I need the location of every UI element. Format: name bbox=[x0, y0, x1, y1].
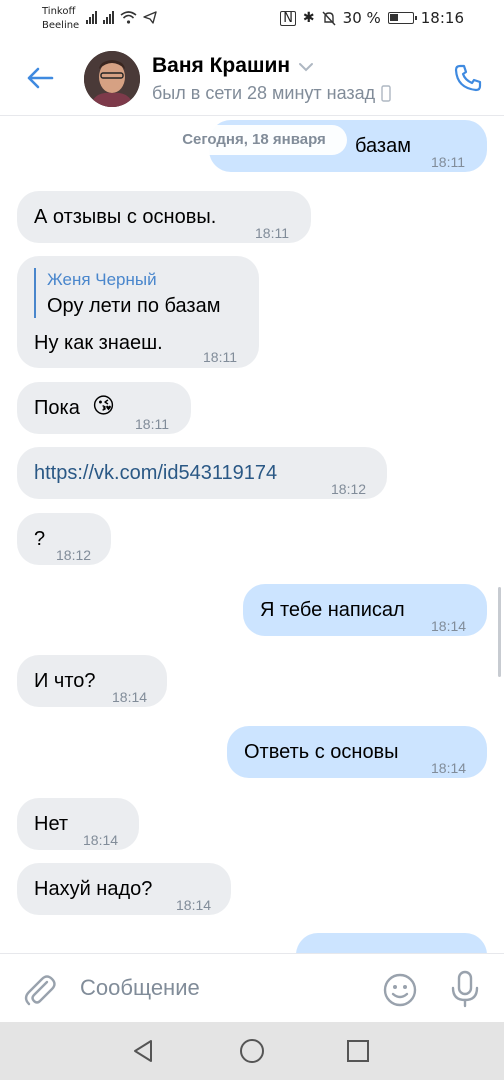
signal-icon bbox=[103, 10, 114, 24]
message-time: 18:11 bbox=[255, 225, 289, 241]
battery-icon bbox=[387, 12, 417, 24]
date-separator: Сегодня, 18 января bbox=[161, 125, 347, 155]
emoji-button[interactable] bbox=[381, 971, 419, 1009]
message-text: А отзывы с основы. bbox=[34, 206, 217, 228]
message-text: ? bbox=[34, 528, 46, 550]
smile-icon bbox=[383, 973, 417, 1007]
message-time: 18:12 bbox=[331, 481, 367, 497]
message-bubble-outgoing-partial[interactable] bbox=[296, 933, 487, 953]
signal-icon bbox=[86, 10, 97, 24]
message-text: Нахуй надо? bbox=[34, 878, 153, 900]
carrier-1: Tinkoff bbox=[42, 6, 76, 17]
nav-back-icon[interactable] bbox=[130, 1038, 156, 1064]
avatar-photo bbox=[84, 51, 140, 107]
bluetooth-icon: ✱ bbox=[302, 10, 315, 26]
status-right: N ✱ 30 % 18:16 bbox=[280, 9, 464, 27]
nav-recents-icon[interactable] bbox=[346, 1039, 370, 1063]
last-seen-text: был в сети 28 минут назад bbox=[152, 83, 376, 103]
nav-home-icon[interactable] bbox=[238, 1037, 266, 1065]
reply-author: Женя Черный bbox=[47, 270, 157, 289]
attach-button[interactable] bbox=[20, 970, 58, 1008]
message-time: 18:14 bbox=[112, 689, 148, 705]
telegram-icon bbox=[143, 11, 157, 24]
message-bubble-incoming[interactable]: Нет 18:14 bbox=[17, 798, 139, 850]
message-text: Ну как знаеш. bbox=[34, 332, 163, 354]
kiss-emoji: 😘 bbox=[92, 394, 115, 419]
carrier-names: Tinkoff Beeline bbox=[42, 5, 79, 33]
chevron-down-icon[interactable] bbox=[298, 62, 314, 72]
reply-quoted-text: Ору лети по базам bbox=[47, 295, 221, 317]
message-time: 18:14 bbox=[176, 897, 212, 913]
message-bubble-reply[interactable]: Женя Черный Ору лети по базам Ну как зна… bbox=[17, 256, 259, 368]
back-arrow-icon bbox=[27, 67, 54, 89]
carrier-2: Beeline bbox=[42, 20, 80, 31]
phone-icon bbox=[454, 64, 482, 92]
nfc-icon: N bbox=[280, 10, 296, 26]
chat-header: Ваня Крашин был в сети 28 минут назад bbox=[0, 40, 504, 116]
message-input[interactable] bbox=[80, 972, 360, 1004]
voice-message-button[interactable] bbox=[446, 969, 484, 1009]
scrollbar[interactable] bbox=[498, 587, 501, 677]
avatar[interactable] bbox=[84, 51, 140, 107]
message-bubble-outgoing[interactable]: Ответь с основы 18:14 bbox=[227, 726, 487, 778]
message-text: базам bbox=[355, 135, 411, 157]
message-text: И что? bbox=[34, 670, 96, 692]
status-bar: Tinkoff Beeline N ✱ 30 % 18:16 bbox=[0, 0, 504, 40]
paperclip-icon bbox=[24, 975, 56, 1006]
microphone-icon bbox=[451, 970, 479, 1008]
message-text: Я тебе написал bbox=[260, 599, 405, 621]
message-list[interactable]: базам 18:11 Сегодня, 18 января А отзывы … bbox=[0, 117, 504, 953]
message-time: 18:14 bbox=[431, 760, 467, 776]
message-time: 18:14 bbox=[431, 618, 467, 634]
message-bubble-link[interactable]: https://vk.com/id543119174 18:12 bbox=[17, 447, 387, 499]
message-bubble-incoming[interactable]: Нахуй надо? 18:14 bbox=[17, 863, 231, 915]
message-time: 18:11 bbox=[203, 349, 237, 365]
mobile-icon bbox=[381, 85, 391, 102]
message-bubble-incoming[interactable]: А отзывы с основы. 18:11 bbox=[17, 191, 311, 243]
contact-name[interactable]: Ваня Крашин bbox=[152, 54, 290, 78]
back-button[interactable] bbox=[22, 60, 58, 96]
system-navigation-bar bbox=[0, 1022, 504, 1080]
wifi-icon bbox=[120, 11, 137, 24]
message-bubble-outgoing[interactable]: Я тебе написал 18:14 bbox=[243, 584, 487, 636]
message-time: 18:12 bbox=[56, 547, 92, 563]
message-bubble-incoming[interactable]: И что? 18:14 bbox=[17, 655, 167, 707]
battery-percent: 30 % bbox=[342, 9, 381, 27]
message-text: Пока bbox=[34, 397, 80, 419]
message-text: Ответь с основы bbox=[244, 741, 399, 763]
message-composer bbox=[0, 953, 504, 1022]
message-text: Нет bbox=[34, 813, 69, 835]
message-time: 18:14 bbox=[83, 832, 119, 848]
message-bubble-incoming[interactable]: Пока 😘 18:11 bbox=[17, 382, 191, 434]
last-seen-status: был в сети 28 минут назад bbox=[152, 83, 391, 104]
message-time: 18:11 bbox=[431, 154, 465, 170]
signal-icons bbox=[86, 10, 157, 24]
mute-bell-icon bbox=[322, 11, 336, 25]
call-button[interactable] bbox=[450, 60, 486, 96]
message-bubble-incoming[interactable]: ? 18:12 bbox=[17, 513, 111, 565]
message-time: 18:11 bbox=[135, 416, 169, 432]
reply-quote-bar bbox=[34, 268, 36, 318]
message-link[interactable]: https://vk.com/id543119174 bbox=[34, 461, 277, 485]
clock: 18:16 bbox=[420, 9, 464, 27]
